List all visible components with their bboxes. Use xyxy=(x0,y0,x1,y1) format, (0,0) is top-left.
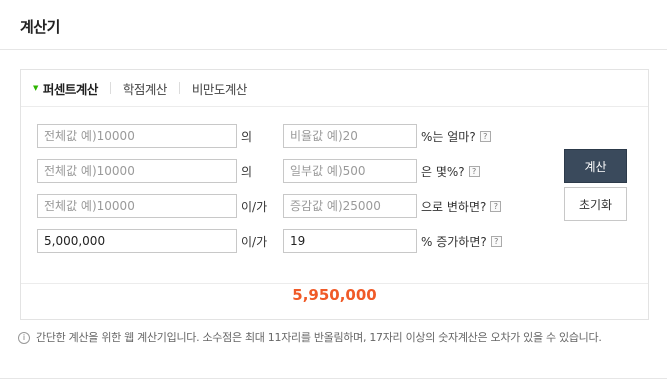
question-text: 은 몇%? xyxy=(421,165,465,179)
question-label-4: % 증가하면? ? xyxy=(421,233,502,250)
partial-value-input[interactable] xyxy=(283,159,417,183)
tab-divider xyxy=(109,82,111,94)
question-mark-icon[interactable]: ? xyxy=(479,131,491,142)
connector-label-1: 의 xyxy=(241,130,253,144)
percent-form: 의 %는 얼마? ? 의 은 몇%? ? 이/가 으로 변하면? ? 이/가 %… xyxy=(21,106,648,284)
increase-percent-input[interactable] xyxy=(283,229,417,253)
calculator-tabs: ▼ 퍼센트계산 학점계산 비만도계산 xyxy=(33,78,247,98)
calculate-button[interactable]: 계산 xyxy=(564,149,627,183)
change-value-input[interactable] xyxy=(283,194,417,218)
tab-grade-calc[interactable]: 학점계산 xyxy=(122,79,168,98)
reset-button[interactable]: 초기화 xyxy=(564,187,627,221)
triangle-down-icon: ▼ xyxy=(33,84,38,92)
connector-label-2: 의 xyxy=(241,165,253,179)
tab-percent-calc[interactable]: ▼ 퍼센트계산 xyxy=(33,79,98,98)
total-value-input-4[interactable] xyxy=(37,229,237,253)
ratio-value-input[interactable] xyxy=(283,124,417,148)
question-mark-icon[interactable]: ? xyxy=(490,201,502,212)
tab-divider xyxy=(178,82,180,94)
tab-bmi-calc[interactable]: 비만도계산 xyxy=(191,79,248,98)
connector-label-4: 이/가 xyxy=(241,235,268,249)
tab-label: 비만도계산 xyxy=(191,81,248,97)
question-mark-icon[interactable]: ? xyxy=(468,166,480,177)
calculator-notice: i 간단한 계산을 위한 웹 계산기입니다. 소수점은 최대 11자리를 반올림… xyxy=(18,330,648,345)
result-value: 5,950,000 xyxy=(292,286,377,304)
calculator-header: 계산기 xyxy=(0,0,667,50)
tab-label: 학점계산 xyxy=(122,81,168,97)
total-value-input-1[interactable] xyxy=(37,124,237,148)
tab-label: 퍼센트계산 xyxy=(42,81,99,97)
question-text: 으로 변하면? xyxy=(421,200,487,214)
page-title: 계산기 xyxy=(20,18,60,36)
question-text: %는 얼마? xyxy=(421,130,476,144)
notice-text: 간단한 계산을 위한 웹 계산기입니다. 소수점은 최대 11자리를 반올림하며… xyxy=(36,331,602,344)
question-text: % 증가하면? xyxy=(421,235,487,249)
question-label-3: 으로 변하면? ? xyxy=(421,198,502,215)
calculator-panel: ▼ 퍼센트계산 학점계산 비만도계산 의 %는 얼마? ? 의 은 몇%? ? … xyxy=(20,69,649,320)
question-label-2: 은 몇%? ? xyxy=(421,163,480,180)
info-circle-icon: i xyxy=(18,332,30,344)
connector-label-3: 이/가 xyxy=(241,200,268,214)
question-mark-icon[interactable]: ? xyxy=(490,236,502,247)
total-value-input-2[interactable] xyxy=(37,159,237,183)
total-value-input-3[interactable] xyxy=(37,194,237,218)
question-label-1: %는 얼마? ? xyxy=(421,128,491,145)
